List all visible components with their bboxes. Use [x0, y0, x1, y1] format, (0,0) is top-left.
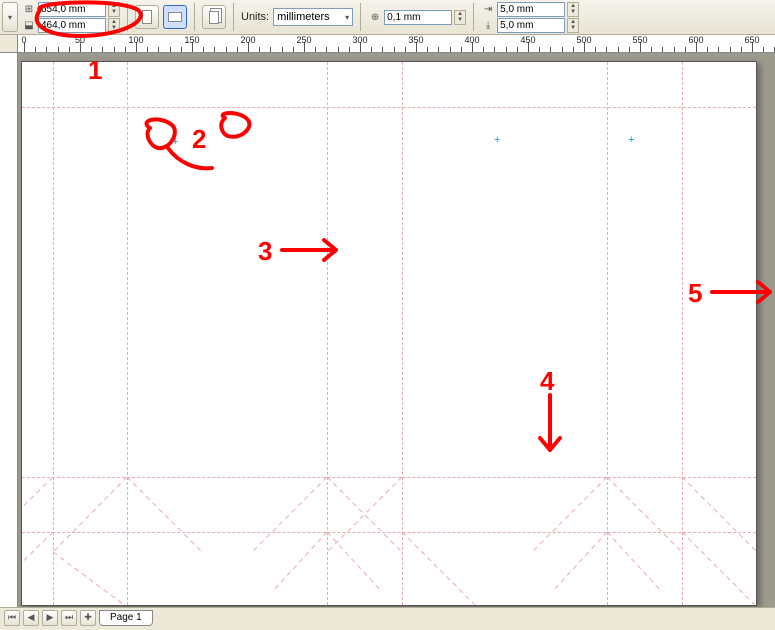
guideline-vertical[interactable] [402, 62, 403, 605]
registration-mark[interactable] [494, 136, 502, 144]
toolbar-separator [233, 3, 234, 31]
canvas-area[interactable] [18, 53, 775, 607]
nudge-group: ⊕ 0,1 mm ▲▼ [368, 10, 466, 25]
duplicate-offset-group: ⇥ 5,0 mm ▲▼ ⤓ 5,0 mm ▲▼ [481, 2, 579, 33]
toolbar-separator [360, 3, 361, 31]
dup-y-input[interactable]: 5,0 mm [497, 18, 565, 33]
facing-pages-button[interactable] [202, 5, 226, 29]
toolbar-separator [127, 3, 128, 31]
horizontal-ruler[interactable]: 050100150200250300350400450500550600650 [18, 35, 775, 53]
nudge-icon: ⊕ [368, 12, 382, 23]
property-toolbar: ▾ ⊞ 654,0 mm ▲▼ ⬓ 464,0 mm ▲▼ Units: mil… [0, 0, 775, 35]
guideline-horizontal[interactable] [22, 477, 756, 478]
dup-x-spinner[interactable]: ▲▼ [567, 2, 579, 17]
portrait-button[interactable] [135, 5, 159, 29]
page-tab[interactable]: Page 1 [99, 610, 153, 626]
registration-mark[interactable] [172, 138, 180, 146]
preset-dropdown[interactable]: ▾ [2, 2, 18, 32]
dup-x-input[interactable]: 5,0 mm [497, 2, 565, 17]
guideline-horizontal[interactable] [22, 107, 756, 108]
page[interactable] [21, 61, 757, 606]
units-label: Units: [241, 11, 269, 23]
add-page-button[interactable]: ✚ [80, 610, 96, 626]
dup-y-spinner[interactable]: ▲▼ [567, 18, 579, 33]
guideline-vertical[interactable] [327, 62, 328, 605]
prev-page-button[interactable]: ◀ [23, 610, 39, 626]
first-page-button[interactable]: ⏮ [4, 610, 20, 626]
nudge-input[interactable]: 0,1 mm [384, 10, 452, 25]
landscape-button[interactable] [163, 5, 187, 29]
guideline-vertical[interactable] [607, 62, 608, 605]
page-height-spinner[interactable]: ▲▼ [108, 18, 120, 33]
vertical-ruler[interactable] [0, 53, 18, 607]
guideline-horizontal[interactable] [22, 532, 756, 533]
page-width-spinner[interactable]: ▲▼ [108, 2, 120, 17]
next-page-button[interactable]: ▶ [42, 610, 58, 626]
page-height-input[interactable]: 464,0 mm [38, 18, 106, 33]
workspace: 050100150200250300350400450500550600650 [0, 35, 775, 607]
dieline-shapes [22, 62, 757, 606]
nudge-spinner[interactable]: ▲▼ [454, 10, 466, 25]
width-icon: ⊞ [22, 4, 36, 15]
chevron-down-icon: ▾ [345, 13, 349, 22]
guideline-vertical[interactable] [53, 62, 54, 605]
ruler-origin[interactable] [0, 35, 18, 53]
toolbar-separator [194, 3, 195, 31]
page-size-group: ⊞ 654,0 mm ▲▼ ⬓ 464,0 mm ▲▼ [22, 2, 120, 33]
toolbar-separator [473, 3, 474, 31]
registration-mark[interactable] [234, 133, 242, 141]
guideline-vertical[interactable] [127, 62, 128, 605]
dup-y-icon: ⤓ [481, 20, 495, 31]
dup-x-icon: ⇥ [481, 4, 495, 15]
units-dropdown[interactable]: millimeters ▾ [273, 8, 353, 26]
registration-mark[interactable] [628, 136, 636, 144]
height-icon: ⬓ [22, 20, 36, 31]
last-page-button[interactable]: ⏭ [61, 610, 77, 626]
guideline-vertical[interactable] [682, 62, 683, 605]
status-bar: ⏮ ◀ ▶ ⏭ ✚ Page 1 [0, 607, 775, 627]
units-value: millimeters [277, 11, 330, 23]
page-width-input[interactable]: 654,0 mm [38, 2, 106, 17]
